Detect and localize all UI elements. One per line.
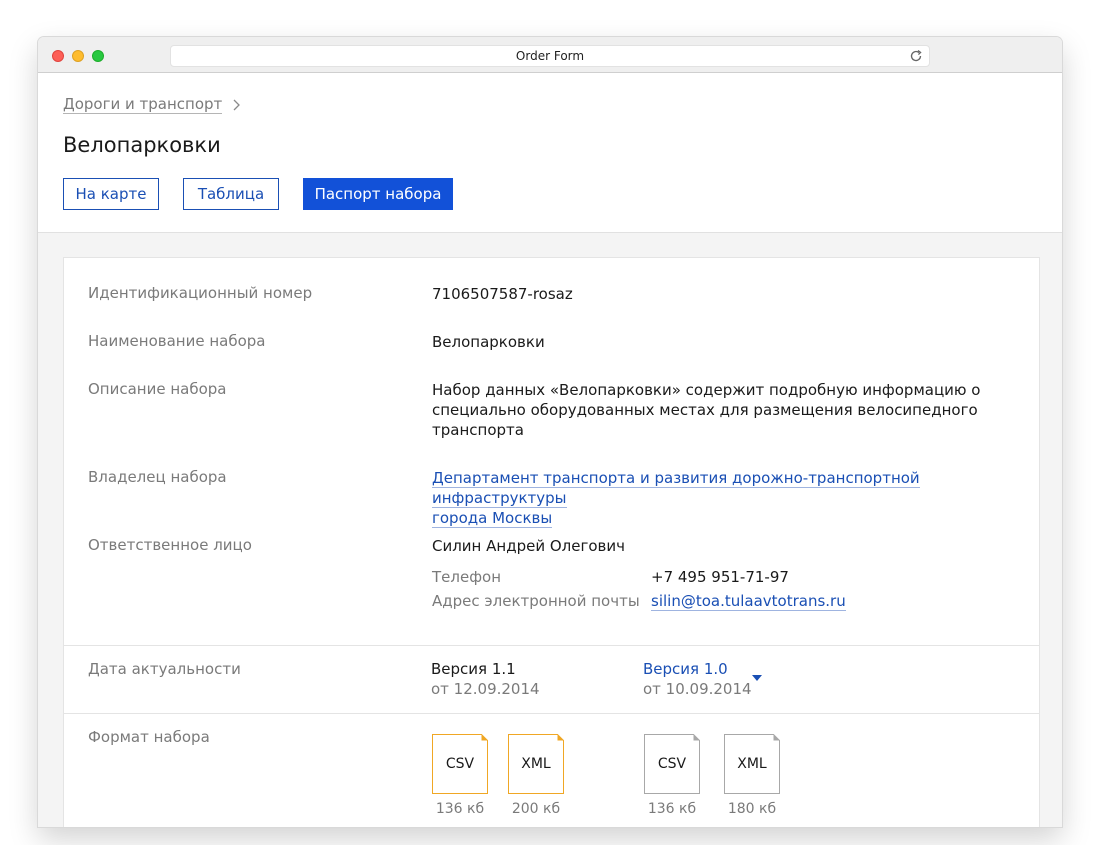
version-current: Версия 1.1 [431, 660, 516, 678]
owner-link[interactable]: Департамент транспорта и развития дорожн… [432, 468, 1039, 528]
description-line: специально оборудованных местах для разм… [432, 401, 978, 419]
file-size: 136 кб [647, 801, 697, 817]
file-extension: CSV [657, 756, 687, 772]
breadcrumb: Дороги и транспорт [63, 95, 241, 114]
file-size: 136 кб [435, 801, 485, 817]
version-previous-link[interactable]: Версия 1.0 [643, 660, 728, 678]
phone-label: Телефон [432, 568, 502, 586]
name-label: Наименование набора [88, 332, 266, 350]
page-header: Дороги и транспорт Велопарковки На карте… [38, 73, 1062, 233]
email-link[interactable]: silin@toa.tulaavtotrans.ru [651, 592, 846, 611]
format-label: Формат набора [88, 728, 210, 746]
address-bar[interactable]: Order Form [170, 45, 930, 67]
tab-passport[interactable]: Паспорт набора [303, 178, 453, 210]
dataset-passport-card: Идентификационный номер 7106507587-rosaz… [63, 257, 1040, 827]
contact-name: Силин Андрей Олегович [432, 537, 625, 555]
title-bar: Order Form [38, 37, 1062, 73]
owner-link-line[interactable]: Департамент транспорта и развития дорожн… [432, 469, 920, 508]
id-label: Идентификационный номер [88, 284, 313, 302]
file-extension: XML [521, 756, 551, 772]
date-label: Дата актуальности [88, 660, 241, 678]
chevron-down-icon[interactable] [752, 675, 762, 681]
file-xml-previous[interactable]: XML [724, 734, 780, 794]
description-line: транспорта [432, 421, 524, 439]
version-previous-date: от 10.09.2014 [643, 680, 752, 698]
maximize-window-button[interactable] [92, 50, 104, 62]
file-size: 180 кб [727, 801, 777, 817]
page-title: Велопарковки [63, 133, 221, 157]
file-extension: XML [737, 756, 767, 772]
id-value: 7106507587-rosaz [432, 285, 573, 303]
file-size: 200 кб [511, 801, 561, 817]
description-label: Описание набора [88, 380, 227, 398]
phone-value: +7 495 951-71-97 [651, 568, 789, 586]
breadcrumb-link[interactable]: Дороги и транспорт [63, 95, 223, 114]
name-value: Велопарковки [432, 333, 545, 351]
version-current-date: от 12.09.2014 [431, 680, 540, 698]
divider [64, 645, 1039, 646]
chevron-right-icon [233, 99, 241, 110]
divider [64, 713, 1039, 714]
description-value: Набор данных «Велопарковки» содержит под… [432, 380, 980, 440]
contact-label: Ответственное лицо [88, 536, 252, 554]
file-csv-current[interactable]: CSV [432, 734, 488, 794]
close-window-button[interactable] [52, 50, 64, 62]
tab-map[interactable]: На карте [63, 178, 159, 210]
file-extension: CSV [445, 756, 475, 772]
page-viewport: Дороги и транспорт Велопарковки На карте… [38, 73, 1062, 827]
browser-window: Order Form Дороги и транспорт Велопарков… [38, 37, 1062, 827]
file-csv-previous[interactable]: CSV [644, 734, 700, 794]
window-title: Order Form [515, 49, 585, 63]
file-xml-current[interactable]: XML [508, 734, 564, 794]
owner-label: Владелец набора [88, 468, 227, 486]
email-label: Адрес электронной почты [432, 592, 640, 610]
tab-table[interactable]: Таблица [183, 178, 279, 210]
reload-icon[interactable] [909, 49, 923, 63]
minimize-window-button[interactable] [72, 50, 84, 62]
owner-link-line[interactable]: города Москвы [432, 509, 553, 528]
description-line: Набор данных «Велопарковки» содержит под… [432, 381, 981, 399]
